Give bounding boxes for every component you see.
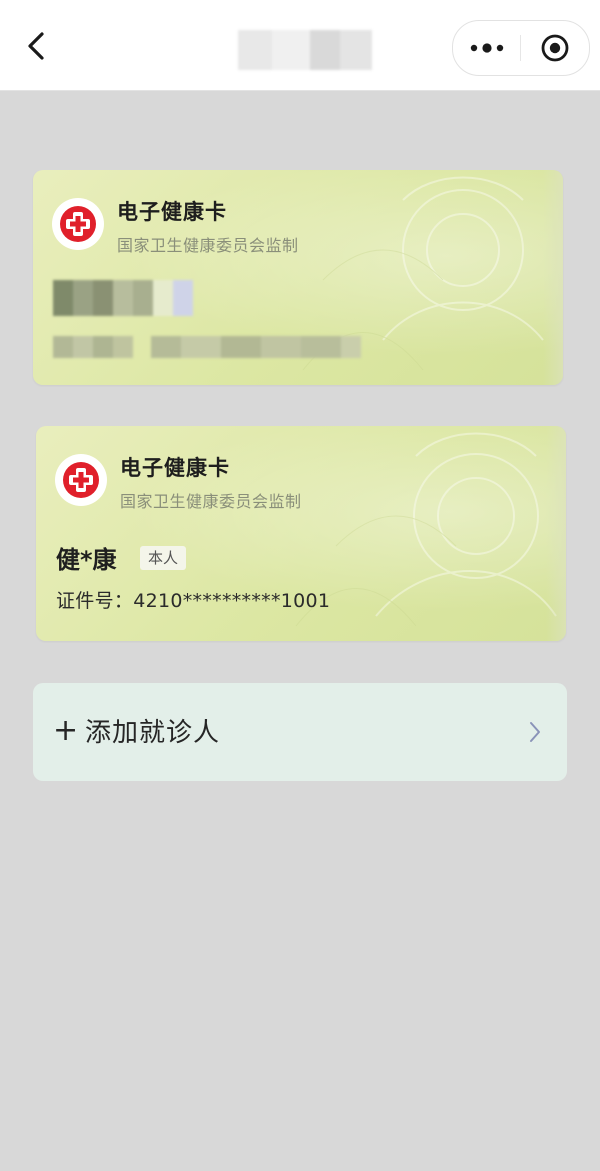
- red-cross-logo-icon: [60, 206, 96, 242]
- red-cross-logo-icon: [63, 462, 99, 498]
- card-subtitle: 国家卫生健康委员会监制: [117, 236, 299, 255]
- id-number-row: 证件号：4210**********1001: [56, 586, 330, 613]
- health-card[interactable]: 电子健康卡 国家卫生健康委员会监制 健*康 本人 证件号：4210*******…: [36, 426, 566, 641]
- mini-program-capsule: [452, 20, 590, 76]
- id-label: 证件号：: [56, 590, 134, 612]
- holder-name: 健*康: [56, 546, 117, 574]
- back-button[interactable]: [14, 22, 58, 70]
- card-title: 电子健康卡: [120, 456, 230, 480]
- plus-icon: +: [53, 713, 79, 748]
- more-button[interactable]: [453, 21, 520, 75]
- redacted-id-number-tail: [151, 336, 361, 358]
- redacted-holder-name: [53, 280, 193, 316]
- card-subtitle: 国家卫生健康委员会监制: [120, 492, 302, 511]
- add-patient-label: 添加就诊人: [85, 718, 221, 748]
- health-card-logo: [52, 198, 104, 250]
- chevron-left-icon: [28, 32, 44, 60]
- add-patient-button[interactable]: + 添加就诊人: [33, 683, 567, 781]
- top-nav-bar: [0, 0, 600, 91]
- id-value: 4210**********1001: [133, 590, 331, 612]
- health-card-logo: [55, 454, 107, 506]
- chevron-right-icon: [530, 722, 540, 742]
- page-title-redacted: [232, 30, 372, 70]
- card-title: 电子健康卡: [117, 200, 227, 224]
- redacted-id-number: [53, 336, 133, 358]
- more-dots-icon: [470, 43, 503, 53]
- card-edge: [543, 170, 563, 385]
- relation-tag: 本人: [140, 546, 187, 570]
- health-card[interactable]: 电子健康卡 国家卫生健康委员会监制: [33, 170, 563, 385]
- target-close-icon: [541, 34, 568, 62]
- card-edge: [546, 426, 566, 641]
- close-mini-program-button[interactable]: [521, 21, 588, 75]
